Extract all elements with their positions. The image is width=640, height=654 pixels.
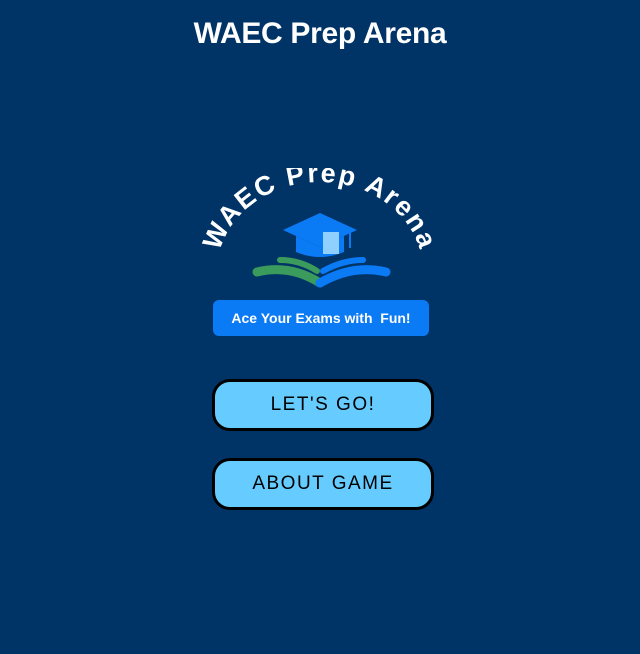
app-title: WAEC Prep Arena [193,17,447,50]
about-game-button[interactable]: ABOUT GAME [212,458,434,510]
tagline-badge: Ace Your Exams with Fun! [213,300,429,336]
graduation-cap-icon [283,213,357,257]
lets-go-button[interactable]: LET'S GO! [212,379,434,431]
open-book-icon [252,257,391,288]
